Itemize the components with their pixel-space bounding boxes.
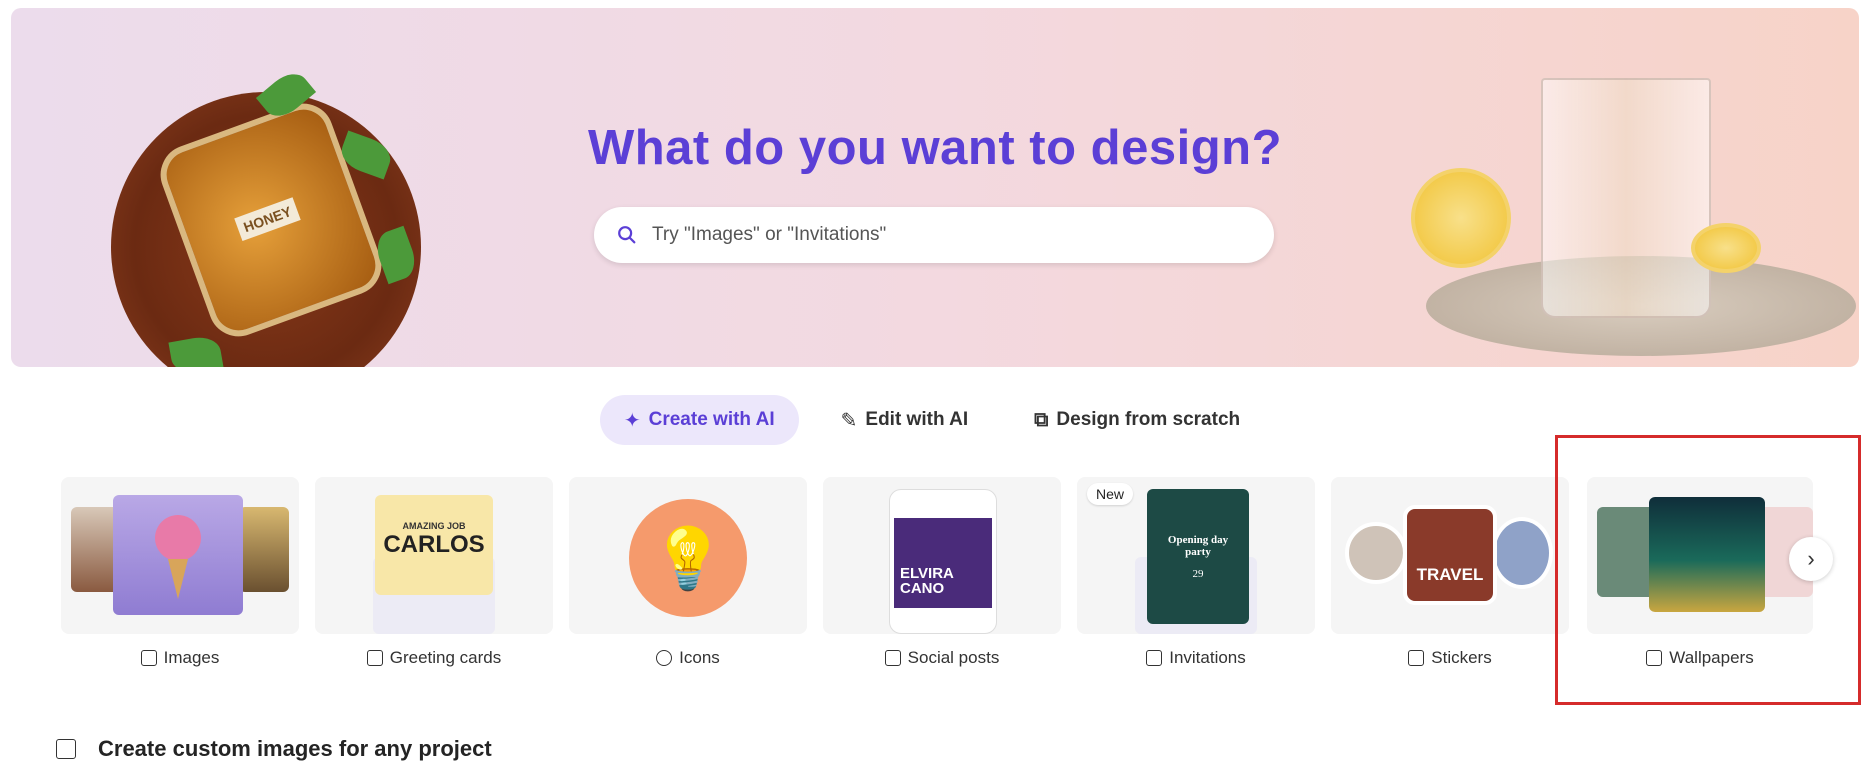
image-sparkle-icon [56,739,76,759]
category-label-icons[interactable]: Icons [569,648,807,668]
social-post-image: ELVIRA CANO [894,518,992,608]
hero-banner: HONEY What do you want to design? [11,8,1859,367]
invitation-image: Opening day party 29 [1147,489,1249,624]
brush-shape-icon: ⧉ [1034,408,1049,431]
new-badge: New [1087,483,1134,505]
category-label-stickers[interactable]: Stickers [1331,648,1569,668]
tab-create-with-ai[interactable]: ✦ Create with AI [599,395,799,445]
category-card-social-posts[interactable]: ELVIRA CANO [823,477,1061,634]
thumb-text: ELVIRA [900,565,954,582]
magic-pen-icon: ✎ [840,409,858,432]
tab-label: Design from scratch [1056,409,1241,430]
wallpaper-icon [1646,650,1663,666]
label-text: Stickers [1431,648,1492,667]
tab-label: Edit with AI [865,409,969,430]
label-text: Social posts [907,648,1000,667]
thumb-text: 29 [1192,568,1204,580]
greeting-card-image: AMAZING JOB CARLOS [375,495,493,595]
social-post-icon [884,650,901,666]
category-card-wallpapers[interactable] [1587,477,1813,634]
category-card-greeting-cards[interactable]: AMAZING JOB CARLOS [315,477,553,634]
honey-label: HONEY [234,197,301,242]
next-button[interactable]: › [1789,537,1833,581]
sparkle-icon: ✦ [623,409,641,432]
label-text: Images [163,648,220,667]
thumb-text: TRAVEL [1416,565,1484,584]
lemon-slice-image [1691,223,1761,273]
label-text: Icons [679,648,720,667]
thumb-text: CARLOS [383,531,485,558]
lemon-image [1411,168,1511,268]
label-text: Wallpapers [1669,648,1754,667]
category-card-stickers[interactable]: TRAVEL [1331,477,1569,634]
calendar-icon [1146,650,1163,666]
category-card-icons[interactable]: 💡 [569,477,807,634]
travel-sticker-image: TRAVEL [1403,505,1497,605]
category-label-invitations[interactable]: Invitations [1077,648,1315,668]
icons-icon [656,650,673,666]
page-title: What do you want to design? [588,121,1282,175]
tab-edit-with-ai[interactable]: ✎ Edit with AI [817,395,993,445]
category-label-images[interactable]: Images [61,648,299,668]
aurora-wallpaper-image [1649,497,1765,612]
search-input[interactable] [652,224,1232,246]
thumb-text: CANO [900,580,945,597]
tab-label: Create with AI [648,409,775,430]
category-card-invitations[interactable]: Opening day party 29 New [1077,477,1315,634]
category-label-wallpapers[interactable]: Wallpapers [1587,648,1813,668]
mail-icon [366,650,383,666]
category-label-greeting-cards[interactable]: Greeting cards [315,648,553,668]
category-label-social-posts[interactable]: Social posts [823,648,1061,668]
label-text: Greeting cards [389,648,502,667]
image-sparkle-icon [140,650,157,666]
mode-tabs: ✦ Create with AI ✎ Edit with AI ⧉ Design… [0,395,1864,445]
lemon-water-glass-image [1541,78,1711,318]
ice-cream-image [113,495,243,615]
sticker-icon [1408,650,1425,666]
section-title: Create custom images for any project [98,736,492,761]
thumb-text: Opening day party [1167,534,1229,558]
tab-design-from-scratch[interactable]: ⧉ Design from scratch [1010,395,1264,445]
lightbulb-icon: 💡 [629,499,747,617]
chevron-right-icon: › [1807,546,1815,571]
label-text: Invitations [1169,648,1246,667]
category-card-images[interactable] [61,477,299,634]
section-heading: Create custom images for any project [56,736,492,762]
search-icon [618,226,636,244]
thumb-text: AMAZING JOB [402,521,466,531]
search-bar[interactable] [594,207,1274,263]
